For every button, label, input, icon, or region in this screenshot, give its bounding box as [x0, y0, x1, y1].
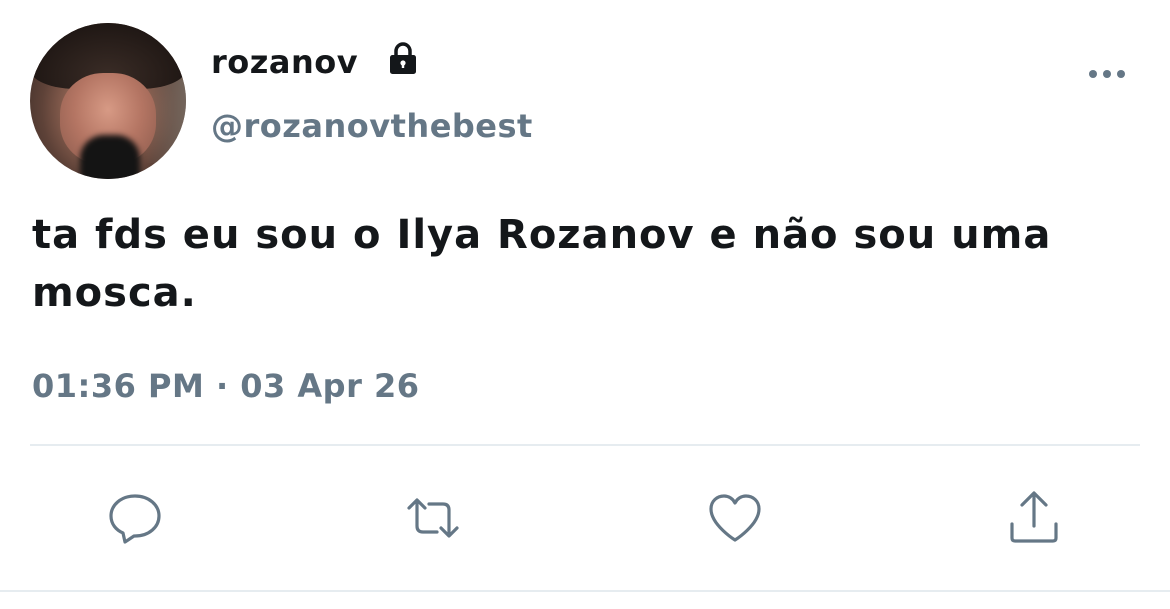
reply-button[interactable]	[105, 488, 165, 548]
retweet-arrows-icon	[407, 498, 459, 538]
tweet-timestamp[interactable]: 01:36 PM · 03 Apr 26	[32, 364, 420, 408]
avatar[interactable]	[30, 23, 186, 179]
share-upload-icon	[1010, 491, 1058, 543]
heart-icon	[709, 494, 761, 542]
lock-icon	[390, 42, 416, 74]
share-button[interactable]	[1004, 488, 1064, 548]
tweet-text: ta fds eu sou o Ilya Rozanov e não sou u…	[32, 212, 1067, 316]
like-button[interactable]	[705, 488, 765, 548]
display-name[interactable]: rozanov	[211, 40, 358, 84]
retweet-button[interactable]	[403, 488, 463, 548]
speech-bubble-icon	[109, 494, 161, 544]
bottom-divider	[0, 590, 1170, 592]
user-handle[interactable]: @rozanovthebest	[211, 104, 533, 148]
avatar-microphone	[80, 135, 140, 179]
more-horizontal-icon[interactable]	[1086, 62, 1128, 86]
divider	[30, 444, 1140, 446]
